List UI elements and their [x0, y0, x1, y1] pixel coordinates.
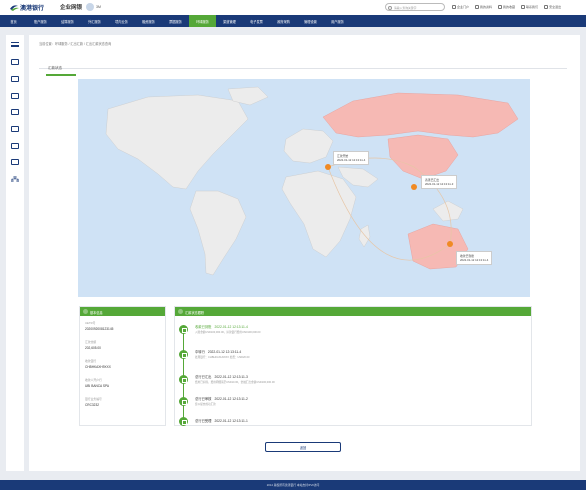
tab-active-indicator [46, 74, 76, 76]
timeline-dot-remitted-icon [179, 375, 188, 384]
bank-name: 澳港银行 [20, 6, 45, 12]
reference-value: CRC3232 [85, 403, 99, 407]
footer: 2014 版权所有澳港银行 本站支持IPv6访问 [0, 480, 586, 490]
favorites-icon [498, 5, 503, 10]
amount-value: 202,605.00 [85, 346, 101, 350]
nav-invoice[interactable]: 电子发票 [243, 15, 270, 27]
nav-settings[interactable]: 管理设置 [297, 15, 324, 27]
back-button[interactable]: 返回 [265, 442, 341, 452]
nav-channel[interactable]: 渠道管理 [216, 15, 243, 27]
portal-icon [452, 5, 456, 10]
nav-global[interactable]: 环球服务 [189, 15, 216, 27]
top-links: 企业门户 我的资料 我的收藏 联系我们 安全退出 [452, 5, 561, 10]
timeline-event-desc: 您以提交成功汇款 [195, 403, 216, 406]
timeline-event-title: 总行已受理 2022-01-12 12:13:11-1 [195, 419, 248, 423]
tab-divider [39, 68, 567, 69]
sidebar-account-icon[interactable] [11, 59, 19, 65]
sidebar-card-icon[interactable] [11, 126, 19, 132]
sidebar-transfer-icon[interactable] [11, 76, 19, 82]
clock-icon [178, 309, 183, 314]
receiving-bank-label: 收款银行 [85, 359, 97, 363]
sidebar-document-icon[interactable] [11, 109, 19, 115]
nav-bills[interactable]: 票据服务 [162, 15, 189, 27]
logout-icon [544, 5, 549, 10]
payee-bank-value: UBI BANCA SPA [85, 384, 110, 388]
timeline-dot-arrived-icon [179, 325, 188, 334]
main-nav: 首页 账户服务 结算服务 外汇服务 境内业务 融资服务 票据服务 环球服务 渠道… [0, 15, 586, 27]
nav-financing[interactable]: 融资服务 [135, 15, 162, 27]
nav-account[interactable]: 账户服务 [27, 15, 54, 27]
world-map: 汇款开始 2022-01-12 12:13:11-4 香港已汇出 2022-01… [78, 79, 530, 297]
reference-label: 银行业务编号 [85, 397, 102, 401]
user-name[interactable]: 3M [96, 5, 101, 9]
amount-label: 汇款金额 [85, 340, 97, 344]
nav-home[interactable]: 首页 [0, 15, 27, 27]
map-tooltip-start: 汇款开始 2022-01-12 12:13:11-4 [333, 151, 370, 166]
timeline-event-title: 收款已到账 2022-01-12 12:13:11-4 [195, 325, 248, 329]
payee-bank-label: 收款人开户行 [85, 378, 102, 382]
top-link-portal[interactable]: 企业门户 [452, 5, 469, 10]
user-avatar-icon[interactable] [86, 3, 94, 11]
timeline-event-title: 总行已汇出 2022-01-12 12:13:11-3 [195, 375, 248, 379]
timeline-event-title: 中转行 2022-01-12 12:13:11-4 [195, 350, 242, 354]
sidebar-folder-icon[interactable] [11, 143, 19, 149]
receiving-bank-value: CHBHKAXH9XXX [85, 365, 111, 369]
basic-info-header: 基本信息 [80, 307, 165, 316]
content-panel: 当前位置：环球服务 / 汇出汇款 / 汇出汇款状态查询 汇款状态 汇款开始 20… [29, 35, 580, 471]
sidebar-calendar-icon[interactable] [11, 93, 19, 99]
map-tooltip-arrived: 收款已到账 2022-01-12 12:13:11-4 [456, 251, 493, 266]
timeline-dot-accepted-icon [179, 417, 188, 426]
tab-status-label: 汇款状态 [48, 66, 62, 70]
map-tooltip-hk: 香港已汇出 2022-01-12 12:13:11-3 [421, 175, 458, 190]
nav-user[interactable]: 用户服务 [324, 15, 351, 27]
sidebar [6, 35, 24, 471]
timeline-dot-reviewed-icon [179, 397, 188, 406]
timeline-event-title: 总行已审核 2022-01-12 12:13:11-2 [195, 397, 248, 401]
nav-domestic[interactable]: 境内业务 [108, 15, 135, 27]
sidebar-mail-icon[interactable] [11, 159, 19, 165]
uetr-value: 2020092008123145 [85, 327, 114, 331]
top-link-contact[interactable]: 联系我们 [521, 5, 538, 10]
profile-icon [475, 5, 480, 10]
search-icon[interactable] [388, 5, 392, 10]
search-input[interactable]: 请输入查询关键字 [385, 3, 445, 11]
sidebar-org-chart-icon[interactable] [10, 175, 20, 183]
timeline-event-desc: 入账金额USD100,000.00，扣款银行费用USD100,000.00 [195, 331, 261, 334]
top-link-profile[interactable]: 我的资料 [475, 5, 492, 10]
phone-icon [521, 5, 526, 10]
status-timeline-card: 汇款状态跟踪 收款已到账 2022-01-12 12:13:11-4 入账金额US… [174, 306, 532, 426]
nav-procurement[interactable]: 政府采购 [270, 15, 297, 27]
menu-toggle-icon[interactable] [11, 42, 19, 47]
timeline-event-desc: 费用已扣除，费用明细请至USD10.00，金融汇出金额USD100,000.00 [195, 381, 275, 384]
breadcrumb: 当前位置：环球服务 / 汇出汇款 / 汇出汇款状态查询 [39, 42, 112, 46]
timeline-event-desc: 处理银行：CHBHKAXH9XXX 处费：USD20.00 [195, 356, 250, 359]
top-bar: 澳港银行 企业网银 3M 请输入查询关键字 企业门户 我的资料 我的收藏 联系我… [0, 0, 586, 15]
nav-fx[interactable]: 外汇服务 [81, 15, 108, 27]
search-placeholder: 请输入查询关键字 [394, 5, 417, 10]
timeline-header: 汇款状态跟踪 [175, 307, 531, 316]
info-icon [83, 309, 88, 314]
uetr-label: UETR号 [85, 321, 96, 325]
basic-info-card: 基本信息 UETR号 2020092008123145 汇款金额 202,605… [79, 306, 166, 426]
nav-settlement[interactable]: 结算服务 [54, 15, 81, 27]
timeline-dot-intermediary-icon [179, 350, 188, 359]
brand-title: 企业网银 [60, 5, 83, 11]
top-link-logout[interactable]: 安全退出 [544, 5, 561, 10]
top-link-favorites[interactable]: 我的收藏 [498, 5, 515, 10]
